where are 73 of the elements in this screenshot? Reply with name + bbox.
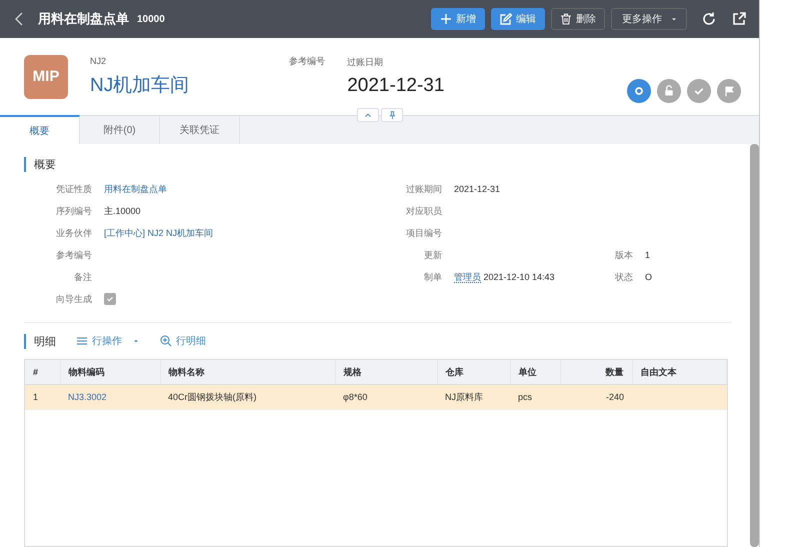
status-step[interactable] [657, 79, 681, 103]
column-header: 仓库 [437, 360, 510, 384]
edit-button[interactable]: 编辑 [491, 8, 545, 30]
column-header: 自由文本 [632, 360, 726, 384]
field-label: 项目编号 [405, 226, 442, 240]
posting-date: 2021-12-31 [347, 75, 444, 97]
page-title: 用料在制盘点单 [38, 10, 129, 28]
partner-name: NJ机加车间 [90, 74, 190, 98]
pin-button[interactable] [381, 108, 403, 122]
column-header: 单位 [510, 360, 560, 384]
collapse-button[interactable] [357, 108, 379, 122]
column-header: 物料名称 [160, 360, 335, 384]
table-cell: 40Cr圆钢拨块轴(原料) [160, 384, 335, 410]
field-label: 备注 [73, 270, 92, 284]
menu-icon [76, 335, 88, 347]
field-value: 主.10000 [104, 204, 141, 218]
status-step[interactable] [627, 79, 651, 103]
item-code-link[interactable]: NJ3.3002 [60, 384, 160, 410]
refresh-icon[interactable] [701, 11, 717, 27]
table-cell: NJ原料库 [437, 384, 510, 410]
field-label: 参考编号 [55, 248, 92, 262]
avatar: MIP [24, 54, 68, 98]
code-label: NJ2 [90, 56, 108, 66]
user-link[interactable]: 管理员 [454, 272, 481, 282]
status-step[interactable] [717, 79, 741, 103]
status-step[interactable] [687, 79, 711, 103]
field-link[interactable]: [工作中心] NJ2 NJ机加车间 [104, 226, 214, 240]
field-label: 状态 [614, 270, 633, 284]
row-actions-menu[interactable]: 行操作 [76, 334, 140, 348]
field-label: 向导生成 [55, 292, 92, 306]
field-value: 2021-12-10 14:43 [482, 272, 555, 282]
table-cell: φ8*60 [335, 384, 437, 410]
field-label: 制单 [423, 270, 442, 284]
field-value: 1 [645, 250, 650, 260]
checkbox[interactable] [104, 293, 116, 305]
section-title: 概要 [24, 156, 56, 172]
field-label: 版本 [614, 248, 633, 262]
field-label: 凭证性质 [55, 182, 92, 196]
tab[interactable]: 关联凭证 [160, 116, 240, 144]
scrollbar[interactable] [750, 144, 759, 547]
field-label: 对应职员 [405, 204, 442, 218]
checkmark-icon [105, 294, 115, 304]
field-value: O [645, 272, 652, 282]
plus-icon [440, 13, 452, 25]
document-number: 10000 [137, 14, 165, 24]
column-header: 规格 [335, 360, 437, 384]
field-label: 序列编号 [55, 204, 92, 218]
field-label: 业务伙伴 [55, 226, 92, 240]
row-detail-button[interactable]: 行明细 [160, 334, 206, 348]
edit-icon [500, 13, 512, 25]
field-label: 过账期间 [405, 182, 442, 196]
pin-icon [387, 110, 397, 120]
table-cell: 1 [25, 384, 60, 410]
external-link-icon[interactable] [731, 11, 747, 27]
column-header: 数量 [560, 360, 632, 384]
section-title: 明细 [24, 334, 56, 348]
field-link[interactable]: 用料在制盘点单 [104, 182, 167, 196]
tab[interactable]: 附件(0) [80, 116, 160, 144]
zoom-in-icon [160, 335, 172, 347]
add-button[interactable]: 新增 [431, 8, 485, 30]
field-label: 更新 [423, 248, 442, 262]
dropdown-button[interactable]: 更多操作 [611, 8, 687, 30]
field-label: 参考编号 [289, 55, 326, 68]
trash-icon [560, 13, 572, 25]
column-header: # [25, 360, 60, 384]
back-icon[interactable] [14, 12, 24, 26]
table-cell: -240 [560, 384, 632, 410]
delete-button[interactable]: 删除 [551, 8, 605, 30]
field-label: 过账日期 [347, 56, 384, 69]
tab[interactable]: 概要 [0, 115, 80, 144]
field-value: 2021-12-31 [454, 184, 500, 194]
column-header: 物料编码 [60, 360, 160, 384]
table-cell: pcs [510, 384, 560, 410]
